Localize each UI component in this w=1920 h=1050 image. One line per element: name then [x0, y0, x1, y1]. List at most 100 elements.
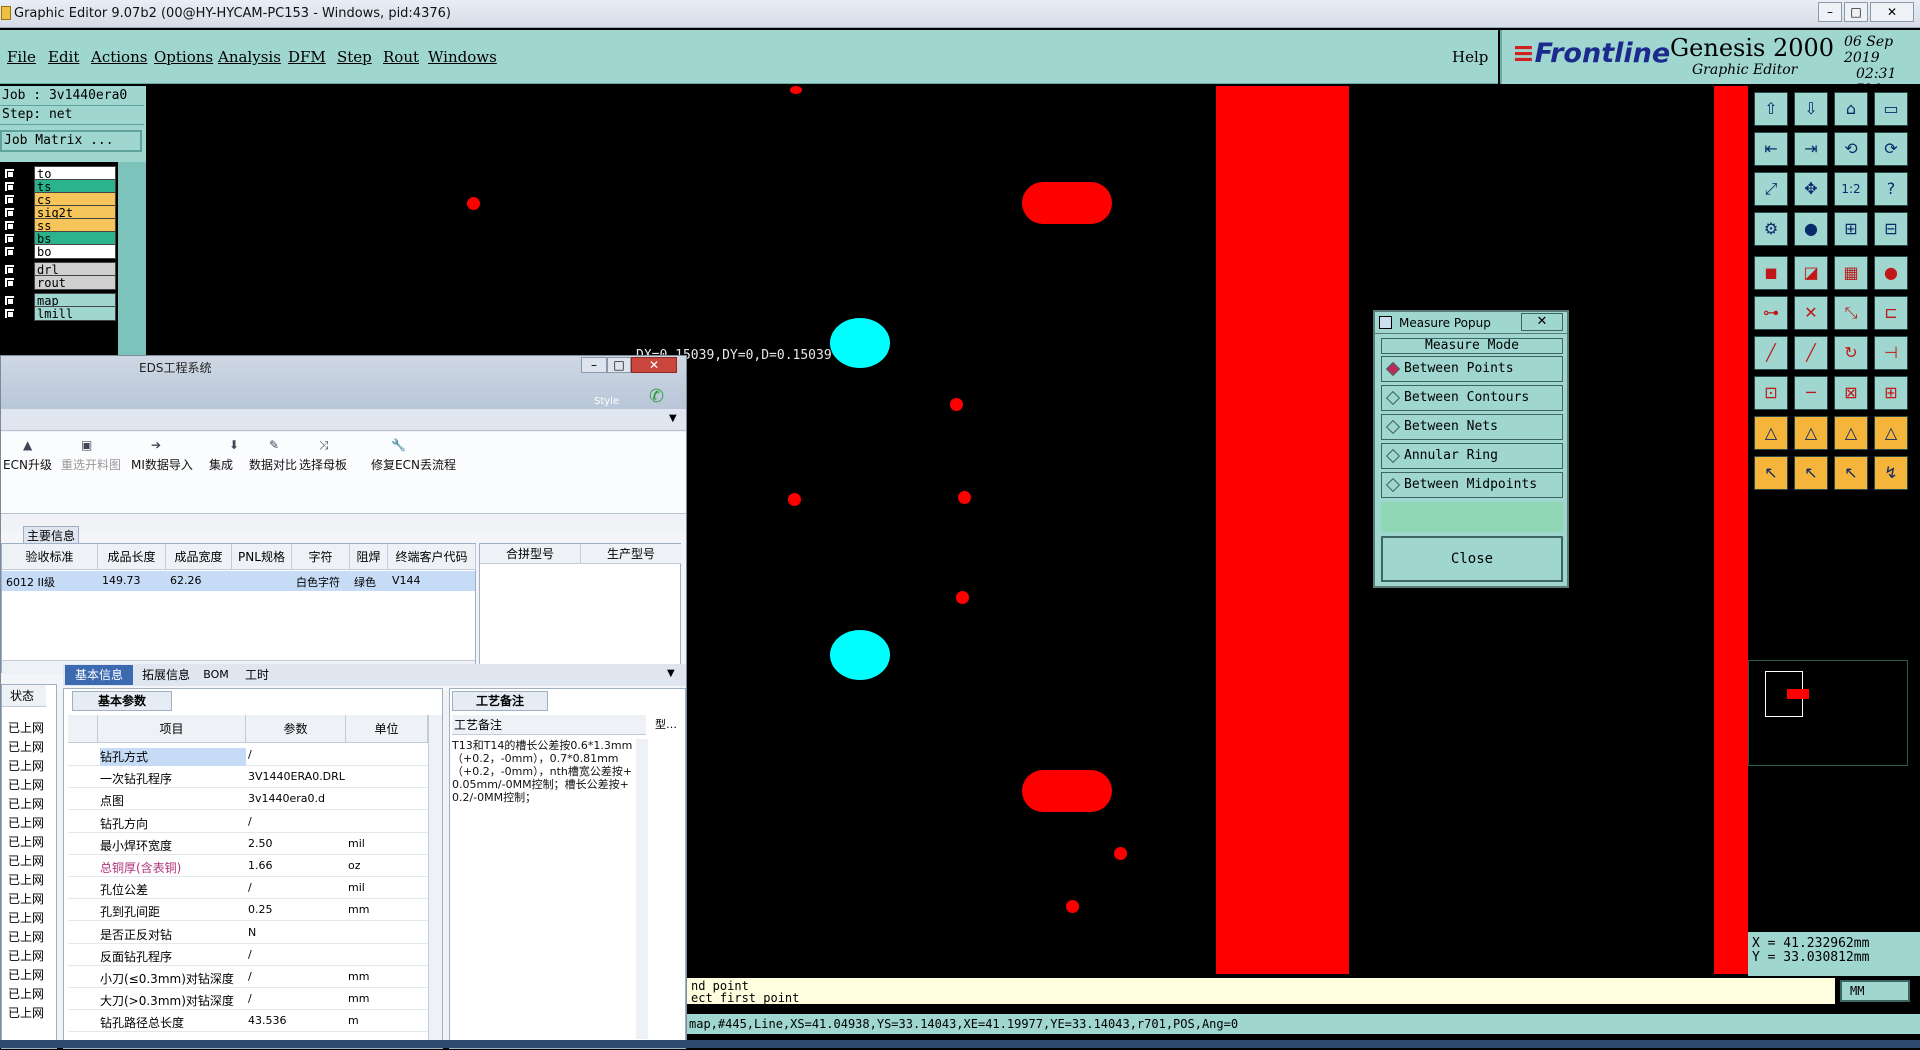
tool-button-icon[interactable]: ⊠: [1834, 376, 1868, 410]
tool-button-icon[interactable]: ⇥: [1794, 132, 1828, 166]
param-value[interactable]: 3v1440era0.d: [248, 792, 325, 805]
status-item[interactable]: 已上网: [8, 947, 44, 964]
menu-rout[interactable]: Rout: [383, 48, 419, 66]
layer-checkbox[interactable]: [4, 181, 15, 192]
eds-maximize-button[interactable]: □: [607, 357, 631, 373]
layer-name[interactable]: lmill: [34, 306, 116, 321]
tool-button-icon[interactable]: ⊏: [1874, 296, 1908, 330]
measure-option[interactable]: Between Contours: [1381, 385, 1563, 411]
notes-scrollbar[interactable]: [636, 739, 648, 1039]
status-item[interactable]: 已上网: [8, 985, 44, 1002]
toolbar-button[interactable]: MI数据导入: [131, 456, 193, 473]
tool-button-icon[interactable]: ⇩: [1794, 92, 1828, 126]
tool-button-icon[interactable]: ◪: [1794, 256, 1828, 290]
toolbar-button[interactable]: 数据对比: [249, 456, 297, 473]
status-item[interactable]: 已上网: [8, 871, 44, 888]
measure-option[interactable]: Between Midpoints: [1381, 472, 1563, 498]
layer-checkbox[interactable]: [4, 207, 15, 218]
menu-dfm[interactable]: DFM: [288, 48, 326, 66]
param-value[interactable]: /: [248, 815, 252, 828]
param-value[interactable]: /: [248, 881, 252, 894]
status-item[interactable]: 已上网: [8, 966, 44, 983]
status-item[interactable]: 已上网: [8, 928, 44, 945]
tool-button-icon[interactable]: ⇧: [1754, 92, 1788, 126]
tool-button-icon[interactable]: ↖: [1834, 456, 1868, 490]
layer-checkbox[interactable]: [4, 220, 15, 231]
tool-button-icon[interactable]: ⊶: [1754, 296, 1788, 330]
minimize-button[interactable]: –: [1818, 2, 1842, 22]
layer-checkbox[interactable]: [4, 246, 15, 257]
tool-button-icon[interactable]: ⟳: [1874, 132, 1908, 166]
tool-button-icon[interactable]: ⚙: [1754, 212, 1788, 246]
measure-close-button[interactable]: Close: [1381, 536, 1563, 582]
layer-row-rout[interactable]: rout: [2, 275, 116, 290]
status-item[interactable]: 已上网: [8, 757, 44, 774]
tool-button-icon[interactable]: △: [1794, 416, 1828, 450]
tool-button-icon[interactable]: 1:2: [1834, 172, 1868, 206]
layer-checkbox[interactable]: [4, 233, 15, 244]
status-item[interactable]: 已上网: [8, 909, 44, 926]
layer-name[interactable]: bo: [34, 244, 116, 259]
menu-help[interactable]: Help: [1452, 48, 1488, 66]
measure-option[interactable]: Between Points: [1381, 356, 1563, 382]
layer-checkbox[interactable]: [4, 168, 15, 179]
tab-work-hours[interactable]: 工时: [237, 665, 277, 685]
status-item[interactable]: 已上网: [8, 795, 44, 812]
param-value[interactable]: 43.536: [248, 1014, 287, 1027]
status-item[interactable]: 已上网: [8, 814, 44, 831]
toolbar-button[interactable]: 修复ECN丢流程: [371, 456, 456, 473]
close-button[interactable]: ✕: [1870, 2, 1914, 22]
tool-button-icon[interactable]: ⊞: [1834, 212, 1868, 246]
notes-text[interactable]: T13和T14的槽长公差按0.6*1.3mm（+0.2，-0mm），0.7*0.…: [452, 739, 634, 1039]
tool-button-icon[interactable]: ⊞: [1874, 376, 1908, 410]
menu-edit[interactable]: Edit: [48, 48, 79, 66]
tool-button-icon[interactable]: ✥: [1794, 172, 1828, 206]
units-selector[interactable]: MM: [1840, 980, 1910, 1002]
menu-actions[interactable]: Actions: [91, 48, 147, 66]
toolbar-button[interactable]: 选择母板: [299, 456, 347, 473]
layer-row-lmill[interactable]: lmill: [2, 306, 116, 321]
params-scrollbar[interactable]: [428, 715, 442, 1045]
status-item[interactable]: 已上网: [8, 1004, 44, 1021]
maximize-button[interactable]: □: [1844, 2, 1868, 22]
tool-button-icon[interactable]: ╱: [1754, 336, 1788, 370]
tool-button-icon[interactable]: △: [1874, 416, 1908, 450]
tool-button-icon[interactable]: ⟲: [1834, 132, 1868, 166]
measure-close-icon[interactable]: ✕: [1521, 313, 1563, 331]
tool-button-icon[interactable]: ╱: [1794, 336, 1828, 370]
layer-checkbox[interactable]: [4, 264, 15, 275]
tool-button-icon[interactable]: ⊡: [1754, 376, 1788, 410]
layer-checkbox[interactable]: [4, 295, 15, 306]
status-item[interactable]: 已上网: [8, 776, 44, 793]
tool-button-icon[interactable]: ⤢: [1754, 172, 1788, 206]
menu-file[interactable]: File: [7, 48, 36, 66]
tool-button-icon[interactable]: ●: [1794, 212, 1828, 246]
layer-scrollbar[interactable]: [118, 162, 146, 356]
tab-basic-params[interactable]: 基本参数: [72, 691, 172, 711]
tool-button-icon[interactable]: ?: [1874, 172, 1908, 206]
measure-option[interactable]: Between Nets: [1381, 414, 1563, 440]
layer-checkbox[interactable]: [4, 308, 15, 319]
job-matrix-button[interactable]: Job Matrix ...: [0, 130, 142, 152]
tool-button-icon[interactable]: ●: [1874, 256, 1908, 290]
status-item[interactable]: 已上网: [8, 890, 44, 907]
toolbar-button[interactable]: 集成: [209, 456, 233, 473]
param-value[interactable]: N: [248, 926, 256, 939]
param-value[interactable]: /: [248, 992, 252, 1005]
notes-side-button[interactable]: 型…: [650, 715, 682, 735]
status-item[interactable]: 已上网: [8, 719, 44, 736]
tool-button-icon[interactable]: ⊟: [1874, 212, 1908, 246]
tool-button-icon[interactable]: △: [1754, 416, 1788, 450]
toolbar-button[interactable]: ECN升级: [3, 456, 52, 473]
tool-button-icon[interactable]: ↯: [1874, 456, 1908, 490]
status-item[interactable]: 已上网: [8, 833, 44, 850]
menu-windows[interactable]: Windows: [428, 48, 497, 66]
tool-button-icon[interactable]: ▭: [1874, 92, 1908, 126]
measure-option[interactable]: Annular Ring: [1381, 443, 1563, 469]
menu-analysis[interactable]: Analysis: [218, 48, 281, 66]
ribbon-collapse-icon[interactable]: ▼: [669, 413, 677, 424]
tool-button-icon[interactable]: ↖: [1754, 456, 1788, 490]
tab-extended-info[interactable]: 拓展信息: [137, 665, 195, 685]
layer-checkbox[interactable]: [4, 277, 15, 288]
status-item[interactable]: 已上网: [8, 852, 44, 869]
